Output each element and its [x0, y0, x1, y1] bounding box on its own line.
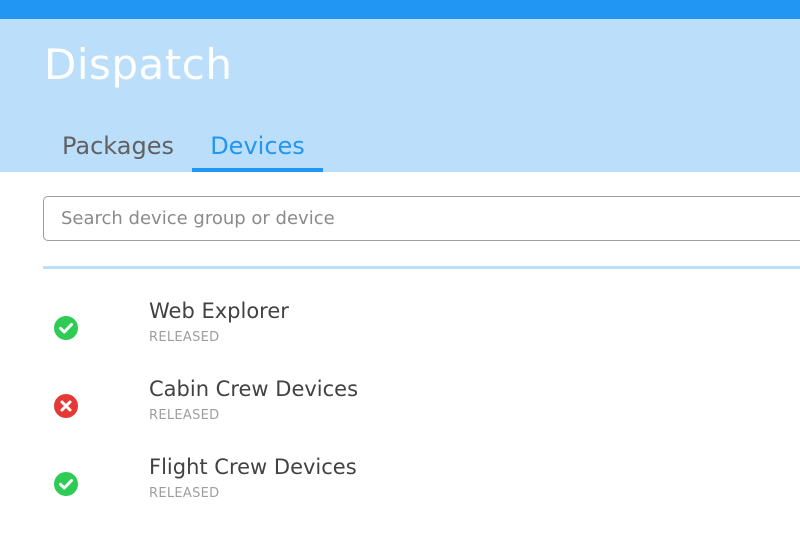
tab-devices-label: Devices	[210, 132, 305, 160]
device-name: Web Explorer	[149, 299, 289, 323]
app-header: Dispatch Packages Devices	[0, 19, 800, 172]
search-field-container	[43, 196, 800, 241]
search-input[interactable]	[44, 197, 800, 240]
app-title: Dispatch	[44, 40, 233, 89]
tab-devices[interactable]: Devices	[192, 129, 323, 172]
check-circle-icon	[54, 316, 78, 340]
tab-packages-label: Packages	[62, 132, 174, 160]
active-tab-indicator	[192, 168, 323, 172]
check-circle-icon	[54, 472, 78, 496]
device-row-web-explorer[interactable]: Web Explorer RELEASED	[43, 299, 800, 386]
top-accent-bar	[0, 0, 800, 19]
device-row-cabin-crew-devices[interactable]: Cabin Crew Devices RELEASED	[43, 377, 800, 464]
device-row-flight-crew-devices[interactable]: Flight Crew Devices RELEASED	[43, 455, 800, 542]
list-divider	[43, 266, 800, 269]
x-circle-icon	[54, 394, 78, 418]
tab-packages[interactable]: Packages	[58, 129, 178, 172]
device-status: RELEASED	[149, 486, 220, 501]
device-name: Flight Crew Devices	[149, 455, 357, 479]
device-status: RELEASED	[149, 408, 220, 423]
device-status: RELEASED	[149, 330, 220, 345]
device-name: Cabin Crew Devices	[149, 377, 359, 401]
